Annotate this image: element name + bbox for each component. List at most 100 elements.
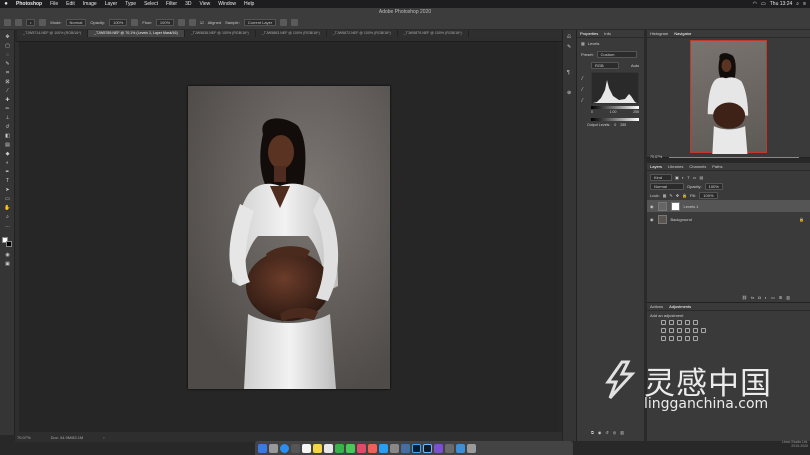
output-black[interactable]: 0 (614, 123, 616, 127)
tab-channels[interactable]: Channels (689, 164, 706, 169)
menu-help[interactable]: Help (240, 1, 258, 7)
layer-row-background[interactable]: ◉ Background 🔒 (647, 213, 810, 225)
notes-icon[interactable] (313, 443, 322, 453)
healing-brush-icon[interactable]: ✚ (4, 97, 11, 103)
layer-row-levels[interactable]: ◉ Levels 1 (647, 200, 810, 212)
lightroom-icon[interactable] (423, 443, 432, 453)
safari-icon[interactable] (280, 443, 289, 453)
history-brush-icon[interactable]: ↺ (4, 124, 11, 130)
pen-tool-icon[interactable]: ✒ (4, 169, 11, 175)
layer-name[interactable]: Background (671, 217, 692, 222)
screen-mode-icon[interactable]: ▣ (4, 261, 11, 267)
black-eyedropper-icon[interactable]: ⁄ (582, 76, 583, 82)
eraser-icon[interactable]: ◧ (4, 133, 11, 139)
zoom-tool-icon[interactable]: ⌕ (4, 214, 11, 220)
lock-all-icon[interactable]: 🔒 (682, 193, 687, 198)
frame-tool-icon[interactable]: ⊠ (4, 79, 11, 85)
input-black[interactable]: 0 (591, 110, 593, 114)
marquee-tool-icon[interactable]: ▢ (4, 43, 11, 49)
clip-to-layer-icon[interactable]: ⧉ (591, 430, 594, 435)
output-white[interactable]: 255 (620, 123, 626, 127)
crop-tool-icon[interactable]: ⌗ (4, 70, 11, 76)
curves-icon[interactable] (677, 320, 682, 325)
opacity-field[interactable]: 100% (109, 19, 128, 26)
finder-icon[interactable] (258, 443, 267, 453)
posterize-icon[interactable] (669, 336, 674, 341)
paragraph-icon[interactable]: ¶ (567, 70, 570, 76)
document-tab[interactable]: _TJW5836.NEF @ 100% (RGB/16*) (185, 30, 256, 37)
navigator-zoom[interactable]: 70.07% (650, 155, 662, 159)
document-tab[interactable]: _TJW5714.NEF @ 100% (RGB/16*) (17, 30, 88, 37)
lock-paint-icon[interactable]: ✎ (669, 193, 672, 198)
lock-icon[interactable]: 🔒 (799, 217, 810, 222)
dodge-tool-icon[interactable]: ◐ (4, 160, 11, 166)
menu-select[interactable]: Select (140, 1, 162, 7)
link-layers-icon[interactable]: ⛓ (742, 295, 747, 300)
apple-icon[interactable]: ● (0, 1, 12, 7)
trash-icon[interactable]: ▥ (620, 430, 624, 435)
lock-pixels-icon[interactable]: ▦ (663, 193, 667, 198)
history-icon[interactable]: ⎌ (567, 34, 571, 40)
facetime-icon[interactable] (346, 443, 355, 453)
tab-navigator[interactable]: Navigator (674, 31, 691, 36)
messages-icon[interactable] (335, 443, 344, 453)
quick-mask-icon[interactable]: ◉ (4, 252, 11, 258)
input-gamma[interactable]: 1.00 (610, 110, 617, 114)
tab-actions[interactable]: Actions (650, 304, 663, 309)
input-white[interactable]: 255 (633, 110, 639, 114)
wifi-icon[interactable]: ◠ (753, 1, 757, 7)
tab-adjustments[interactable]: Adjustments (669, 304, 691, 309)
photo-filter-icon[interactable] (685, 328, 690, 333)
menu-clock[interactable]: Thu 13:24 (770, 1, 793, 7)
folder-icon[interactable] (456, 443, 465, 453)
system-prefs-icon[interactable] (390, 443, 399, 453)
lock-move-icon[interactable]: ✥ (676, 193, 679, 198)
brush-settings-icon[interactable] (39, 19, 47, 26)
vibrance-icon[interactable] (693, 320, 698, 325)
trash-can-icon[interactable] (467, 443, 476, 453)
creative-cloud-icon[interactable] (434, 443, 443, 453)
home-icon[interactable] (4, 19, 11, 26)
layer-name[interactable]: Levels 1 (684, 204, 699, 209)
battery-icon[interactable]: ▭ (761, 1, 766, 7)
sample-select[interactable]: Current Layer (243, 19, 277, 26)
app-icon[interactable] (445, 443, 454, 453)
eyedropper-icon[interactable]: ⁄ (4, 88, 11, 94)
channel-mixer-icon[interactable] (693, 328, 698, 333)
menu-file[interactable]: File (46, 1, 62, 7)
app-store-icon[interactable] (379, 443, 388, 453)
menu-edit[interactable]: Edit (62, 1, 79, 7)
color-lookup-icon[interactable] (701, 328, 706, 333)
clone-source-icon[interactable]: ⊕ (567, 90, 571, 96)
view-previous-icon[interactable]: ◉ (598, 430, 602, 435)
lasso-tool-icon[interactable]: ◌ (4, 52, 11, 58)
menu-filter[interactable]: Filter (162, 1, 181, 7)
menu-window[interactable]: Window (214, 1, 240, 7)
output-gradient[interactable] (591, 118, 639, 121)
tab-layers[interactable]: Layers (650, 164, 662, 169)
white-eyedropper-icon[interactable]: ⁄ (582, 98, 583, 104)
path-select-icon[interactable]: ➤ (4, 187, 11, 193)
tab-info[interactable]: Info (604, 31, 611, 36)
type-tool-icon[interactable]: T (4, 178, 11, 184)
filter-adjust-icon[interactable]: ◐ (682, 175, 684, 180)
zoom-readout[interactable]: 70.07% (17, 435, 31, 440)
invert-icon[interactable] (661, 336, 666, 341)
visibility-eye-icon[interactable]: ◉ (650, 217, 654, 222)
document-tab[interactable]: _TJW5872.NEF @ 100% (RGB/16*) (327, 30, 398, 37)
menu-view[interactable]: View (196, 1, 215, 7)
visibility-eye-icon[interactable]: ◉ (650, 204, 654, 209)
ignore-adjustment-icon[interactable] (280, 19, 288, 26)
filter-pixel-icon[interactable]: ▣ (675, 175, 679, 180)
launchpad-icon[interactable] (269, 443, 278, 453)
delete-layer-icon[interactable]: ▥ (786, 295, 790, 300)
fx-icon[interactable]: fx (751, 295, 754, 300)
mail-icon[interactable] (291, 443, 300, 453)
preview-icon[interactable] (401, 443, 410, 453)
add-mask-icon[interactable]: ◘ (758, 295, 760, 300)
blur-tool-icon[interactable]: ◆ (4, 151, 11, 157)
auto-button[interactable]: Auto (631, 63, 639, 68)
photos-icon[interactable] (357, 443, 366, 453)
brush-panel-icon[interactable]: ✎ (567, 44, 571, 50)
filter-smart-icon[interactable]: ▤ (699, 175, 703, 180)
